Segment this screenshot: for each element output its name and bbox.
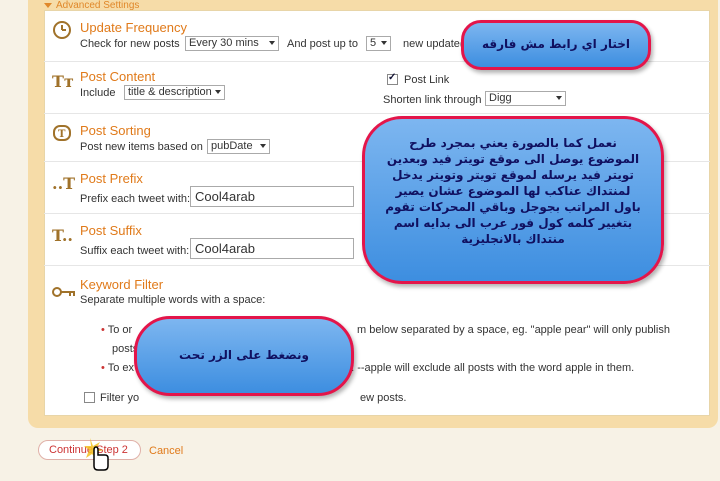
bullet-dot-icon: • [101,362,105,374]
text-format-icon: Tт [52,72,74,91]
bullet-dot-icon: • [101,324,105,336]
suffix-icon: T.. [52,226,73,245]
prefix-icon: ..T [52,174,76,193]
suffix-input[interactable]: Cool4arab [190,238,354,259]
bullet-1: • To or [101,324,133,336]
sort-icon: T [52,124,76,146]
include-select[interactable]: title & description [124,85,225,100]
filter-checkbox[interactable] [84,392,95,403]
post-up-to-label: And post up to [287,38,358,50]
triangle-down-icon [44,3,52,8]
dropdown-arrow-icon [381,41,387,45]
include-label: Include [80,87,116,99]
bullet-2: • To ex [101,362,135,374]
prefix-label: Prefix each tweet with: [80,193,191,205]
new-updates-label: new update(s [403,38,470,50]
filter-label-start: Filter yo [100,392,140,404]
prefix-input[interactable]: Cool4arab [190,186,354,207]
section-title: Post Content [80,69,156,84]
annotation-bubble-bottom: ونضغط على الزر تحت [134,316,354,396]
hand-cursor-icon [84,438,110,472]
post-up-to-select[interactable]: 5 [366,36,391,51]
cancel-link[interactable]: Cancel [149,445,183,457]
section-title: Update Frequency [80,20,187,35]
shorten-label: Shorten link through [383,94,482,106]
annotation-bubble-top: اختار اي رابط مش فارقه [461,20,651,70]
section-title: Post Prefix [80,171,143,186]
page: Advanced Settings Update Frequency Check… [0,0,720,481]
suffix-label: Suffix each tweet with: [80,245,190,257]
check-label: Check for new posts [80,38,180,50]
sorting-label: Post new items based on [80,141,203,153]
bullet-1-end: m below separated by a space, eg. "apple… [357,324,670,336]
annotation-bubble-middle: نعمل كما بالصورة يعني بمجرد طرح الموضوع … [362,116,664,284]
clock-icon [52,20,76,42]
bullet-2-end: g. --apple will exclude all posts with t… [345,362,635,374]
dropdown-arrow-icon [215,90,221,94]
sorting-select[interactable]: pubDate [207,139,270,154]
post-link-checkbox[interactable] [387,72,398,85]
post-link-label: Post Link [404,74,450,86]
section-title: Keyword Filter [80,277,164,292]
advanced-settings-toggle[interactable]: Advanced Settings [44,0,139,11]
dropdown-arrow-icon [260,144,266,148]
section-title: Post Suffix [80,223,142,238]
shorten-select[interactable]: Digg [485,91,566,106]
filter-label-end: ew posts. [360,392,407,404]
svg-text:T: T [58,129,66,140]
check-frequency-select[interactable]: Every 30 mins [185,36,279,51]
keyword-desc: Separate multiple words with a space: [80,294,266,306]
dropdown-arrow-icon [556,96,562,100]
key-icon [52,284,76,306]
section-title: Post Sorting [80,123,151,138]
dropdown-arrow-icon [269,41,275,45]
